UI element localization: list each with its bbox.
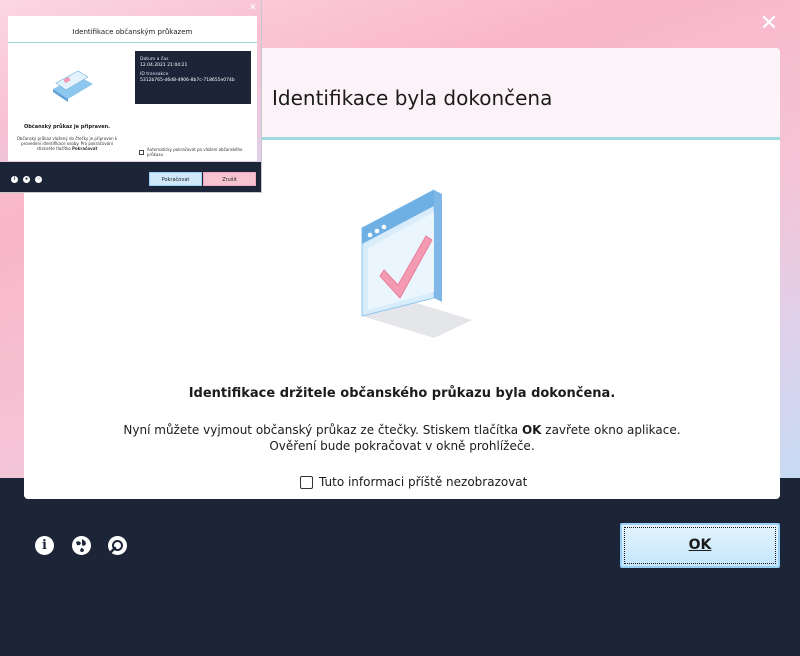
previous-window-thumbnail: ✕ Identifikace občanským průkazem Datum … xyxy=(0,0,262,193)
mini-continue-button[interactable]: Pokračovat xyxy=(149,172,202,186)
mini-card: Identifikace občanským průkazem Datum a … xyxy=(8,16,257,161)
mini-ready-text: Občanský průkaz je připraven. xyxy=(23,124,111,130)
success-checkmark-icon xyxy=(361,189,472,338)
mini-separator xyxy=(8,42,257,43)
dont-show-again-checkbox[interactable] xyxy=(300,475,313,489)
completion-heading: Identifikace držitele občanského průkazu… xyxy=(188,386,616,401)
mini-cancel-button[interactable]: Zrušit xyxy=(203,172,256,186)
window-dot-1 xyxy=(367,232,373,238)
info-icon[interactable]: i xyxy=(35,536,54,555)
mini-support-icon[interactable]: ○ xyxy=(35,176,42,183)
mini-title: Identifikace občanským průkazem xyxy=(72,28,193,36)
description-line-2: Ověření bude pokračovat v okně prohlížeč… xyxy=(269,439,535,453)
globe-icon[interactable] xyxy=(72,536,91,555)
mini-info-icon[interactable]: i xyxy=(11,176,18,183)
id-card-reader-icon xyxy=(53,70,93,102)
description-line-1: Nyní můžete vyjmout občanský průkaz ze č… xyxy=(123,423,681,437)
info-id-value: 5312b765-d6d8-4906-8b7c-718655e074b xyxy=(140,78,235,83)
dont-show-again-row[interactable]: Tuto informaci příště nezobrazovat xyxy=(300,474,527,490)
ok-button[interactable]: OK xyxy=(620,523,780,568)
mini-auto-continue-checkbox[interactable] xyxy=(139,149,144,155)
mini-ready-description: Občanský průkaz vložený do čtečky je při… xyxy=(16,136,118,151)
mini-auto-continue-row[interactable]: Automaticky pokračovat po vložení občans… xyxy=(139,147,257,157)
window-dot-3 xyxy=(381,224,387,230)
support-icon[interactable] xyxy=(108,536,127,555)
mini-globe-icon[interactable]: ● xyxy=(23,176,30,183)
transaction-info-panel: Datum a čas 12.04.2021 21:04:21 ID trans… xyxy=(135,51,251,104)
page-title: Identifikace byla dokončena xyxy=(272,86,553,110)
info-date-value: 12.04.2021 21:04:21 xyxy=(140,63,188,68)
completion-description: Nyní můžete vyjmout občanský průkaz ze č… xyxy=(24,422,780,454)
window-dot-2 xyxy=(374,228,380,234)
mini-close-icon[interactable]: ✕ xyxy=(249,2,257,13)
dont-show-again-label: Tuto informaci příště nezobrazovat xyxy=(319,475,528,489)
mini-auto-continue-label: Automaticky pokračovat po vložení občans… xyxy=(146,147,243,157)
close-icon[interactable]: ✕ xyxy=(758,12,780,34)
